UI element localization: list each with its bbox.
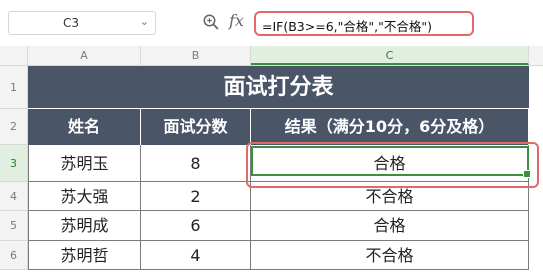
- table-cell-name[interactable]: 苏明玉: [28, 145, 141, 182]
- column-header-c[interactable]: C: [251, 46, 529, 65]
- name-box-value: C3: [62, 16, 79, 30]
- table-cell-name[interactable]: 苏明哲: [28, 241, 141, 270]
- row-header-3[interactable]: 3: [0, 145, 28, 182]
- row-header-6[interactable]: 6: [0, 241, 28, 270]
- table-cell-score[interactable]: 6: [141, 211, 251, 241]
- row-header-1[interactable]: 1: [0, 66, 28, 109]
- table-cell-name[interactable]: 苏明成: [28, 211, 141, 241]
- column-header-row: A B C: [0, 46, 543, 66]
- formula-input[interactable]: =IF(B3>=6,"合格","不合格"): [254, 11, 474, 36]
- table-cell-score[interactable]: 4: [141, 241, 251, 270]
- select-all-corner[interactable]: [0, 46, 28, 65]
- table-cell-score[interactable]: 2: [141, 182, 251, 211]
- table-cell-score[interactable]: 8: [141, 145, 251, 182]
- table-cell-result[interactable]: 合格: [251, 211, 529, 241]
- zoom-icon[interactable]: [202, 13, 220, 31]
- header-name[interactable]: 姓名: [28, 109, 141, 145]
- highlight-annotation: [246, 142, 539, 188]
- fx-icon[interactable]: fx: [229, 11, 244, 30]
- row-header-4[interactable]: 4: [0, 182, 28, 211]
- header-result[interactable]: 结果（满分10分，6分及格）: [251, 109, 529, 145]
- table-cell-name[interactable]: 苏大强: [28, 182, 141, 211]
- name-box[interactable]: C3 ⌄: [8, 11, 156, 35]
- row-header-5[interactable]: 5: [0, 211, 28, 241]
- chevron-down-icon[interactable]: ⌄: [140, 15, 149, 28]
- table-title[interactable]: 面试打分表: [28, 66, 529, 109]
- formula-text: =IF(B3>=6,"合格","不合格"): [262, 19, 432, 34]
- table-cell-result[interactable]: 不合格: [251, 241, 529, 270]
- row-header-2[interactable]: 2: [0, 109, 28, 145]
- column-header-b[interactable]: B: [141, 46, 251, 65]
- formula-bar: C3 ⌄ fx =IF(B3>=6,"合格","不合格"): [0, 0, 543, 46]
- column-header-a[interactable]: A: [28, 46, 141, 65]
- header-score[interactable]: 面试分数: [141, 109, 251, 145]
